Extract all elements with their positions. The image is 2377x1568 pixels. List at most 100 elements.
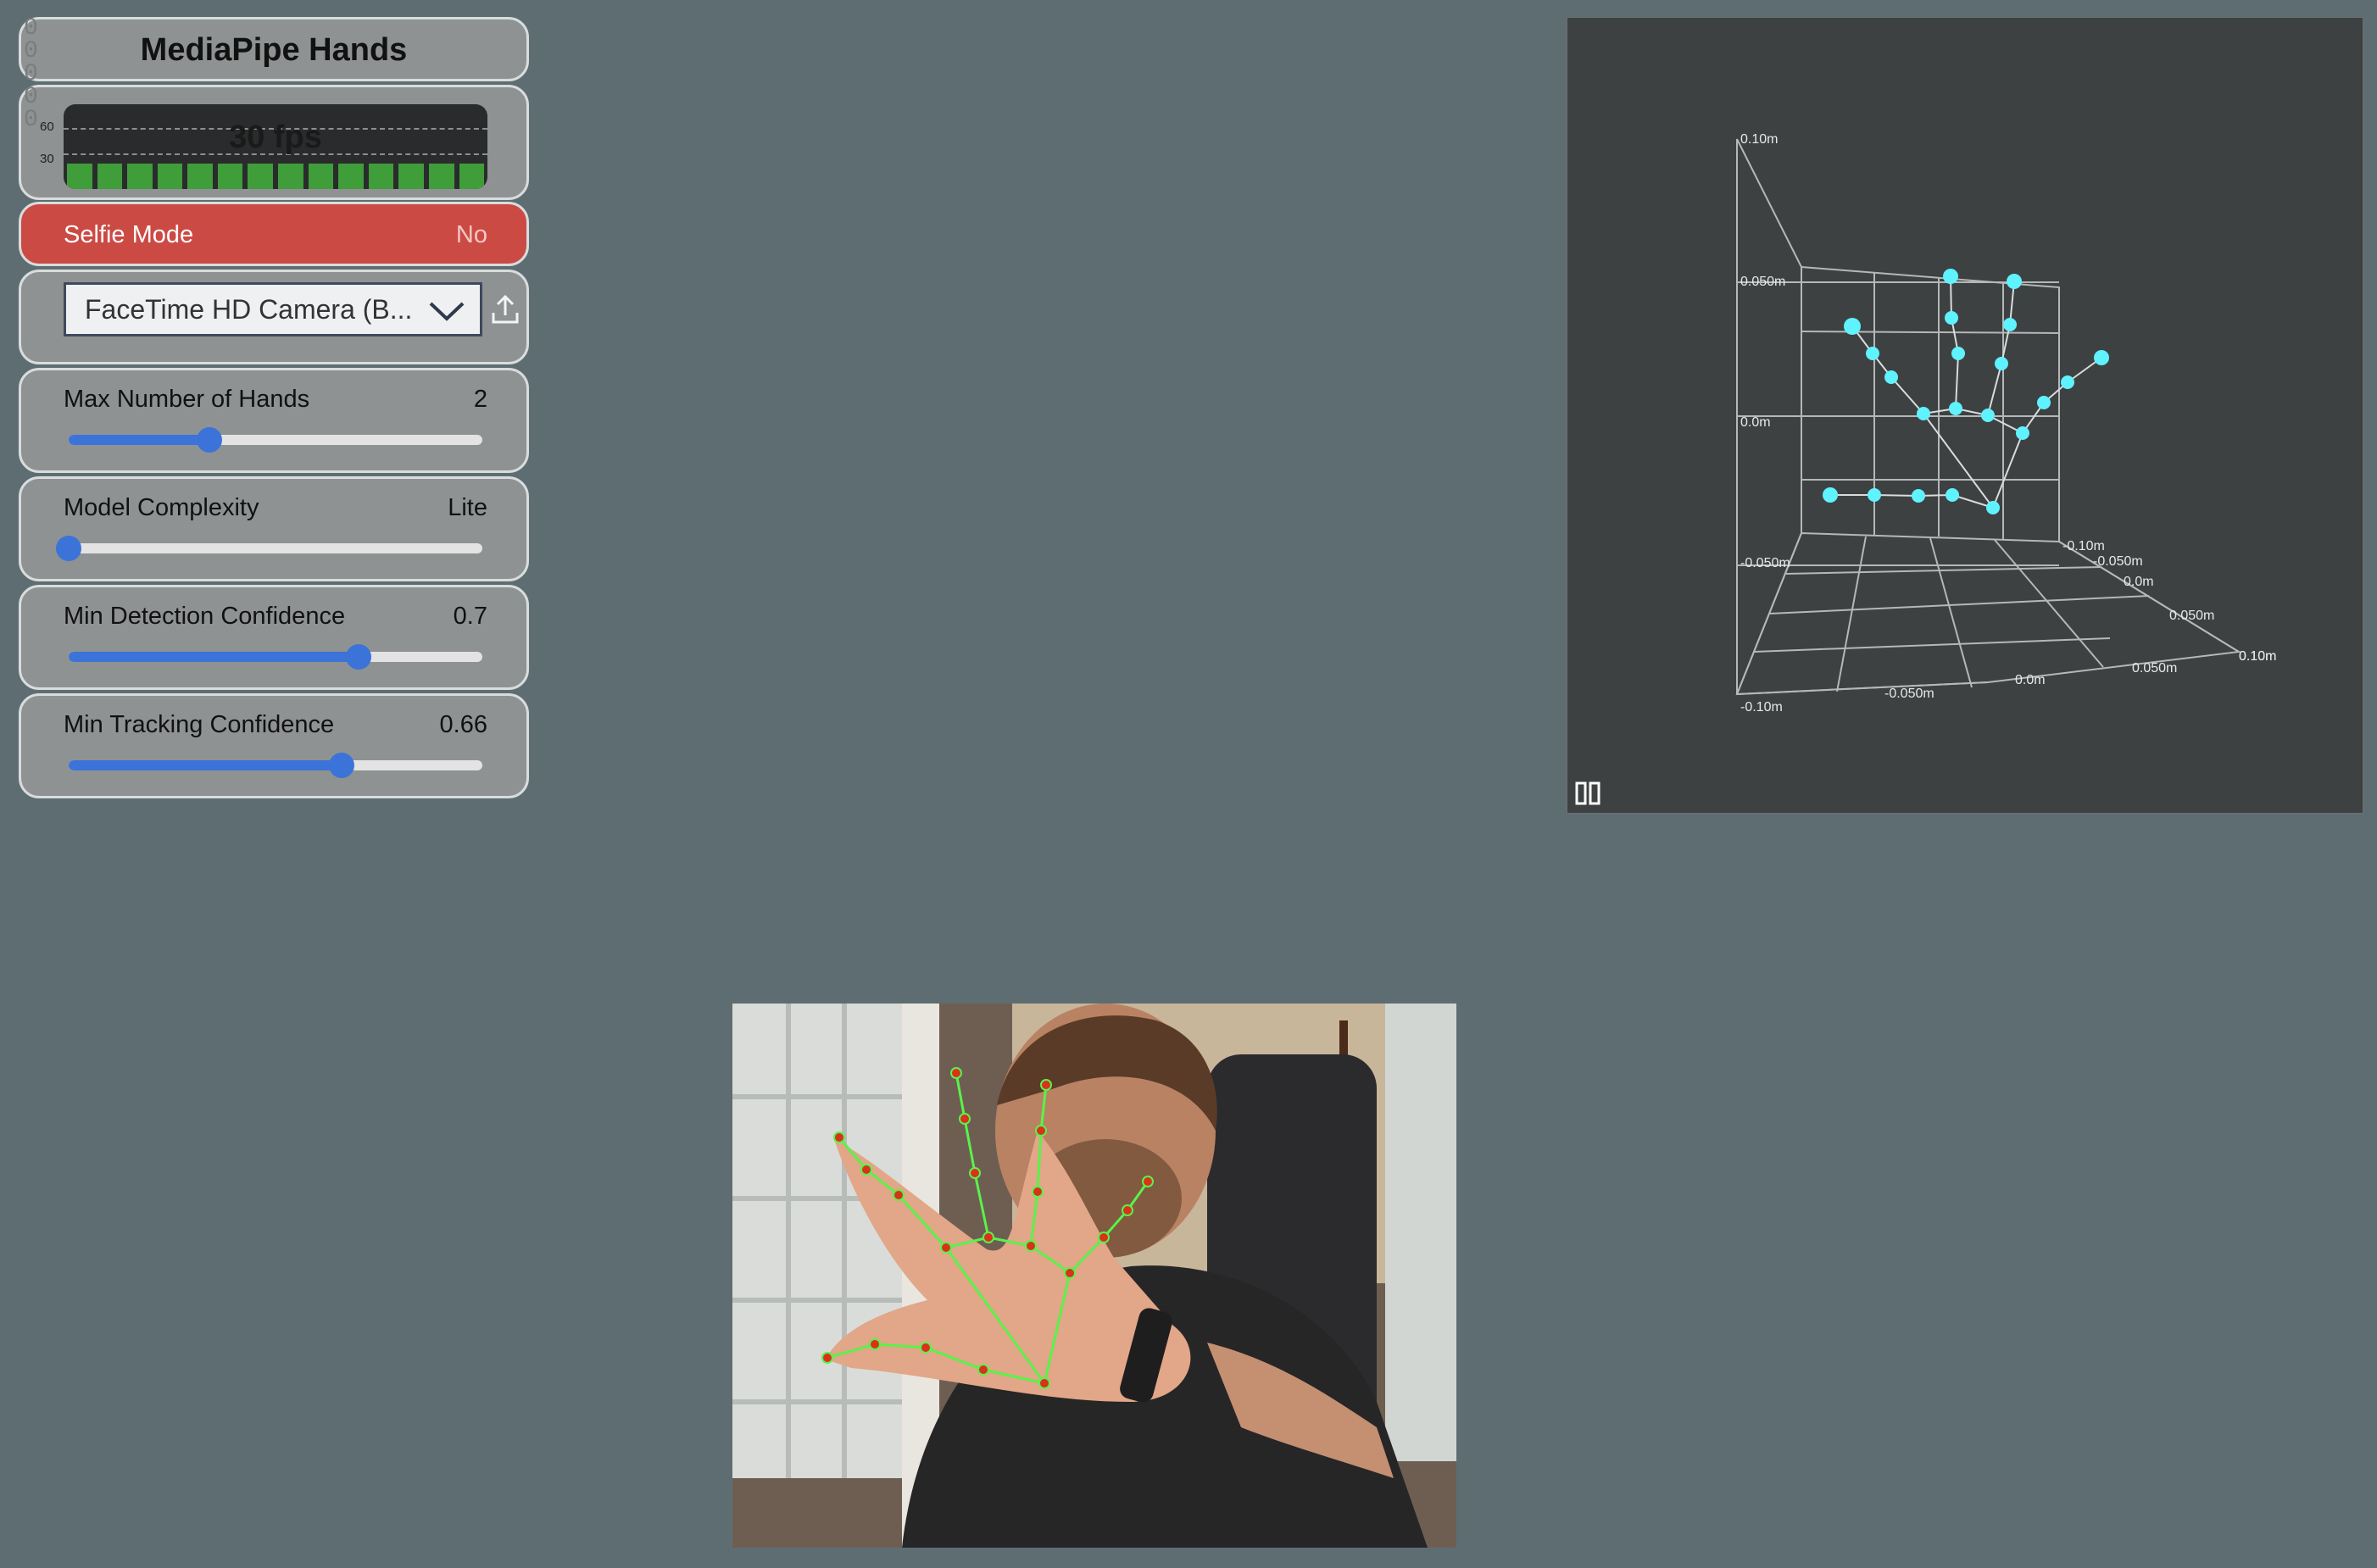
landmark-point bbox=[1943, 269, 1958, 284]
landmark-point bbox=[1912, 489, 1925, 503]
landmark-point bbox=[1884, 370, 1898, 384]
landmark-point bbox=[1038, 1377, 1050, 1389]
landmark-point bbox=[1981, 409, 1995, 422]
z-tick-label: -0.050m bbox=[1740, 556, 1790, 570]
fps-readout: 30 fps bbox=[229, 120, 322, 155]
fps-bar bbox=[338, 164, 364, 189]
fps-bar bbox=[127, 164, 153, 189]
landmark-point bbox=[950, 1067, 962, 1079]
slider-thumb[interactable] bbox=[196, 427, 222, 453]
landmark-point bbox=[1949, 402, 1962, 415]
selfie-mode-value: No bbox=[455, 221, 487, 248]
fps-bar bbox=[278, 164, 303, 189]
landmark-point bbox=[2037, 396, 2051, 409]
fps-bar bbox=[67, 164, 92, 189]
stat-digit: 0 bbox=[24, 38, 38, 64]
landmark-point bbox=[1945, 311, 1958, 325]
fps-bar bbox=[368, 164, 394, 189]
stat-digit: 0 bbox=[24, 107, 38, 133]
max-hands-slider[interactable] bbox=[69, 427, 482, 453]
landmark-point bbox=[893, 1189, 905, 1201]
plot-tick-labels: 0.10m 0.050m 0.0m -0.050m -0.10m -0.050m… bbox=[1740, 132, 2276, 714]
fps-bar bbox=[428, 164, 454, 189]
landmark-point bbox=[1986, 501, 2000, 514]
x-tick-label: -0.050m bbox=[1884, 687, 1934, 701]
landmark-point bbox=[1946, 488, 1959, 502]
selfie-mode-toggle[interactable]: Selfie Mode No bbox=[19, 202, 529, 266]
min-tracking-slider-card: Min Tracking Confidence 0.66 bbox=[19, 693, 529, 798]
x-tick-label: -0.10m bbox=[1740, 700, 1783, 714]
landmark-point bbox=[2061, 375, 2074, 389]
landmark-point bbox=[940, 1242, 952, 1254]
slider-thumb[interactable] bbox=[329, 753, 355, 778]
min-detection-slider[interactable] bbox=[69, 644, 482, 670]
model-complexity-slider-card: Model Complexity Lite bbox=[19, 476, 529, 581]
slider-fill bbox=[69, 435, 209, 445]
y-tick-label: 0.050m bbox=[2169, 609, 2214, 623]
landmark-point bbox=[1995, 357, 2008, 370]
min-tracking-slider[interactable] bbox=[69, 753, 482, 778]
landmark-3d-plot[interactable]: 0.10m 0.050m 0.0m -0.050m -0.10m -0.050m… bbox=[1567, 17, 2363, 814]
landmark-point bbox=[1917, 407, 1930, 420]
landmark-point bbox=[969, 1167, 981, 1179]
fps-bar bbox=[398, 164, 424, 189]
landmark-point bbox=[2007, 274, 2022, 289]
upload-icon[interactable] bbox=[491, 294, 520, 325]
camera-select[interactable]: FaceTime HD Camera (B... bbox=[64, 282, 482, 336]
z-tick-label: 0.0m bbox=[1740, 415, 1771, 430]
slider-thumb[interactable] bbox=[345, 644, 371, 670]
title-card: MediaPipe Hands bbox=[19, 17, 529, 81]
stat-digit: 0 bbox=[24, 84, 38, 110]
stat-digit: 0 bbox=[24, 61, 38, 87]
model-complexity-value: Lite bbox=[448, 494, 487, 521]
min-tracking-value: 0.66 bbox=[439, 711, 487, 738]
y-tick-label: -0.050m bbox=[2093, 554, 2143, 569]
min-detection-value: 0.7 bbox=[453, 603, 487, 630]
y-tick-label: -0.10m bbox=[2062, 539, 2105, 553]
min-tracking-label: Min Tracking Confidence bbox=[64, 711, 335, 738]
landmark-point bbox=[1866, 347, 1879, 360]
model-complexity-label: Model Complexity bbox=[64, 494, 259, 521]
fps-bar bbox=[308, 164, 334, 189]
landmark-point bbox=[869, 1338, 881, 1350]
landmark-point bbox=[1868, 488, 1881, 502]
fps-bar bbox=[459, 164, 485, 189]
min-detection-label: Min Detection Confidence bbox=[64, 603, 346, 630]
landmark-point bbox=[1823, 487, 1838, 503]
landmark-point bbox=[1040, 1079, 1052, 1091]
pause-icon[interactable] bbox=[1574, 781, 1603, 806]
slider-thumb[interactable] bbox=[56, 536, 81, 561]
z-tick-label: 0.10m bbox=[1740, 132, 1778, 147]
y-tick-label: 0.10m bbox=[2239, 649, 2276, 664]
fps-axis-label-high: 60 bbox=[40, 120, 54, 134]
camera-card: FaceTime HD Camera (B... bbox=[19, 270, 529, 364]
y-tick-label: 0.0m bbox=[2124, 575, 2154, 589]
fps-bar bbox=[157, 164, 183, 189]
panel-title: MediaPipe Hands bbox=[140, 32, 408, 68]
x-tick-label: 0.050m bbox=[2132, 661, 2177, 676]
fps-bar bbox=[97, 164, 123, 189]
fps-bar bbox=[248, 164, 274, 189]
plot-canvas: 0.10m 0.050m 0.0m -0.050m -0.10m -0.050m… bbox=[1735, 132, 2276, 714]
fps-card: 30 fps 60 30 bbox=[19, 85, 529, 200]
landmark-point bbox=[1122, 1204, 1133, 1216]
landmark-point bbox=[920, 1342, 932, 1354]
landmark-point bbox=[1098, 1232, 1110, 1243]
fps-graph: 30 fps bbox=[64, 104, 487, 189]
landmark-point bbox=[821, 1352, 833, 1364]
fps-bars bbox=[64, 164, 487, 189]
landmark-point bbox=[1025, 1240, 1037, 1252]
landmark-point bbox=[1032, 1186, 1044, 1198]
model-complexity-slider[interactable] bbox=[56, 536, 482, 561]
max-hands-label: Max Number of Hands bbox=[64, 386, 310, 413]
fps-bar bbox=[217, 164, 243, 189]
landmark-point bbox=[959, 1113, 971, 1125]
x-tick-label: 0.0m bbox=[2015, 673, 2046, 687]
max-hands-slider-card: Max Number of Hands 2 bbox=[19, 368, 529, 473]
hand-landmarks-3d bbox=[1823, 269, 2109, 514]
webcam-frame bbox=[732, 1004, 1456, 1548]
landmark-point bbox=[2003, 318, 2017, 331]
landmark-point bbox=[860, 1164, 872, 1176]
webcam-video-feed bbox=[732, 1004, 1456, 1548]
landmark-point bbox=[1035, 1125, 1047, 1137]
